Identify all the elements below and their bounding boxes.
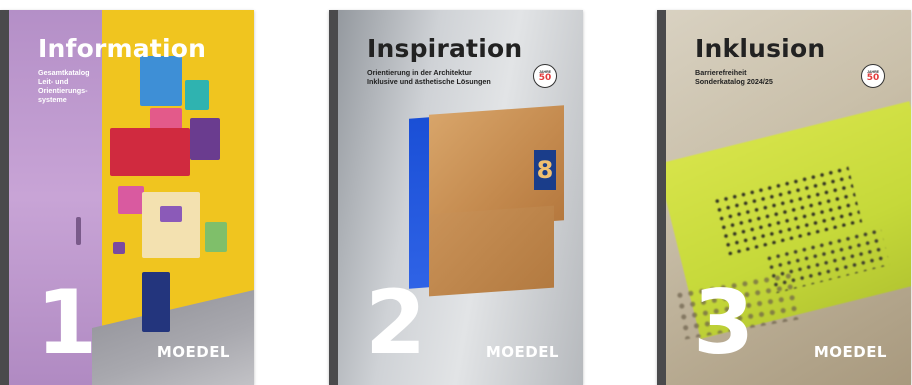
moedel-logo-icon: MOEDEL: [485, 343, 559, 361]
subtitle-line: Sonderkatalog 2024/25: [695, 77, 773, 86]
catalog-cover-inspiration[interactable]: 8 Inspiration Orientierung in der Archit…: [329, 10, 583, 385]
subtitle-line: Gesamtkatalog: [38, 68, 90, 77]
subtitle-line: Leit- und: [38, 77, 69, 86]
sign-teal-top: [185, 80, 209, 110]
floor-area: [92, 290, 254, 385]
subtitle-line: Orientierung in der Architektur: [367, 68, 472, 77]
cover-spine: [329, 10, 338, 385]
subtitle-line: systeme: [38, 95, 67, 104]
subtitle-line: Barrierefreiheit: [695, 68, 747, 77]
sign-pink-mid: [150, 108, 182, 130]
moedel-logo-icon: MOEDEL: [813, 343, 887, 361]
sign-beige-list: [142, 192, 200, 258]
catalog-cover-inklusion[interactable]: Inklusion Barrierefreiheit Sonderkatalog…: [657, 10, 911, 385]
badge-number: 50: [866, 72, 880, 83]
catalog-title: Inspiration: [367, 34, 523, 63]
sign-green-right: [205, 222, 227, 252]
moedel-logo-icon: MOEDEL: [156, 343, 230, 361]
blue-sign-edge: [409, 117, 429, 289]
catalog-cover-information[interactable]: Information Gesamtkatalog Leit- und Orie…: [0, 10, 254, 385]
sign-letter-b: 8: [534, 150, 556, 190]
sign-small-1: [113, 242, 125, 254]
sign-purple-right: [190, 118, 220, 160]
cover-spine: [0, 10, 9, 385]
catalog-subtitle: Barrierefreiheit Sonderkatalog 2024/25: [695, 68, 773, 86]
cover-spine: [657, 10, 666, 385]
sign-purple-small: [160, 206, 182, 222]
badge-number: 50: [538, 72, 552, 83]
catalog-number: 1: [36, 271, 98, 374]
sign-red-main: [110, 128, 190, 176]
subtitle-line: Inklusive und ästhetische Lösungen: [367, 77, 491, 86]
catalog-title: Information: [38, 34, 207, 63]
catalog-number: 3: [693, 271, 755, 374]
catalog-subtitle: Gesamtkatalog Leit- und Orientierungs- s…: [38, 68, 90, 104]
jahre-50-badge-icon: JAHRE 50: [861, 64, 885, 88]
catalog-subtitle: Orientierung in der Architektur Inklusiv…: [367, 68, 491, 86]
door-handle: [76, 217, 81, 245]
sign-blue-top: [140, 56, 182, 106]
subtitle-line: Orientierungs-: [38, 86, 88, 95]
wood-sign-lower: [429, 205, 554, 297]
sign-navy-bottom: [142, 272, 170, 332]
catalog-title: Inklusion: [695, 34, 826, 63]
jahre-50-badge-icon: JAHRE 50: [533, 64, 557, 88]
sign-pink-left: [118, 186, 144, 214]
catalog-number: 2: [365, 271, 427, 374]
